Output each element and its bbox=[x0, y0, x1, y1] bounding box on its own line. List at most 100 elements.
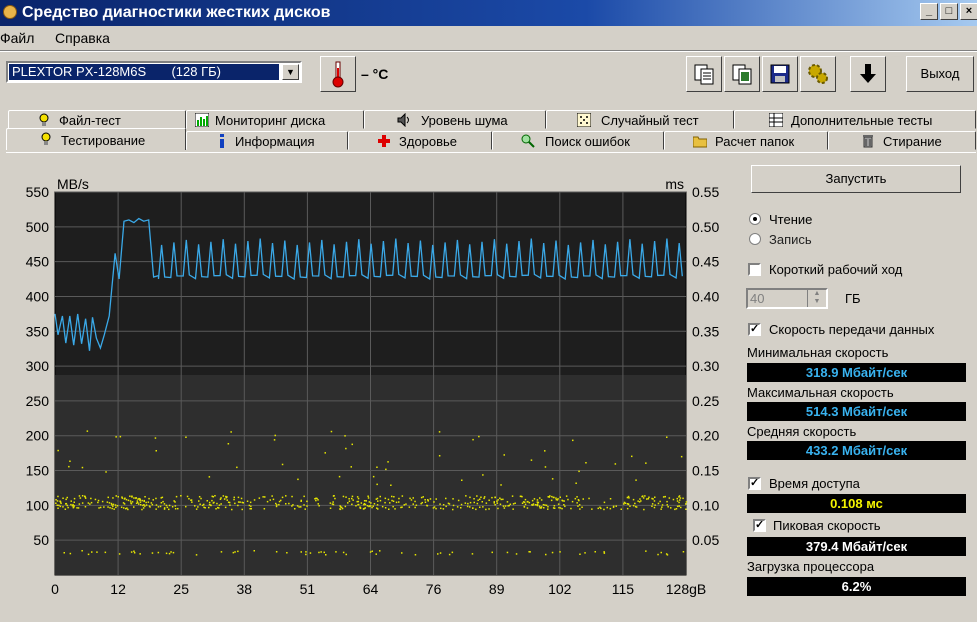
access-time-point bbox=[211, 499, 213, 502]
write-radio[interactable] bbox=[749, 233, 761, 245]
burst-rate-checkbox[interactable]: ✓ bbox=[753, 519, 766, 532]
access-time-point bbox=[666, 436, 668, 438]
access-time-point bbox=[329, 507, 332, 509]
access-time-point bbox=[199, 503, 201, 505]
tab-error-scan[interactable]: Поиск ошибок bbox=[492, 131, 664, 150]
access-time-point bbox=[389, 502, 391, 504]
read-radio[interactable] bbox=[749, 213, 761, 225]
access-time-point bbox=[90, 501, 93, 504]
access-time-point bbox=[160, 502, 163, 504]
access-time-point bbox=[494, 504, 496, 506]
access-time-point bbox=[96, 551, 98, 553]
access-time-point bbox=[603, 501, 606, 504]
exit-button[interactable]: Выход bbox=[906, 56, 974, 92]
temperature-button[interactable] bbox=[320, 56, 356, 92]
access-time-point bbox=[329, 502, 332, 504]
access-time-point bbox=[363, 503, 366, 505]
access-time-point bbox=[335, 551, 337, 553]
min-speed-label: Минимальная скорость bbox=[747, 345, 889, 360]
drive-select[interactable]: PLEXTOR PX-128M6S (128 ГБ) ▼ bbox=[6, 61, 302, 83]
access-time-point bbox=[528, 501, 531, 504]
access-time-point bbox=[578, 470, 580, 473]
tab-folder-usage[interactable]: Расчет папок bbox=[664, 131, 828, 150]
close-button[interactable]: × bbox=[960, 3, 977, 20]
minimize-button[interactable]: _ bbox=[920, 3, 938, 20]
access-time-point bbox=[171, 506, 174, 508]
access-time-point bbox=[448, 553, 451, 556]
access-time-point bbox=[421, 501, 423, 504]
access-time-point bbox=[585, 462, 587, 464]
short-stroke-checkbox[interactable] bbox=[748, 263, 761, 276]
access-time-point bbox=[682, 497, 684, 500]
tab-file-test[interactable]: Файл-тест bbox=[8, 110, 186, 129]
spin-updown-icon[interactable]: ▲ ▼ bbox=[807, 290, 826, 307]
tab-benchmark[interactable]: Тестирование bbox=[6, 128, 186, 150]
tab-extra-tests[interactable]: Дополнительные тесты bbox=[734, 110, 976, 129]
copy-button[interactable] bbox=[686, 56, 722, 92]
access-time-point bbox=[233, 496, 235, 499]
access-time-point bbox=[514, 502, 516, 504]
tab-info[interactable]: Информация bbox=[186, 131, 348, 150]
copy-screenshot-button[interactable] bbox=[724, 56, 760, 92]
menu-help[interactable]: Справка bbox=[55, 30, 110, 46]
access-time-point bbox=[653, 500, 656, 502]
access-time-point bbox=[542, 504, 545, 506]
transfer-rate-checkbox[interactable]: ✓ bbox=[748, 323, 761, 336]
access-time-point bbox=[657, 502, 660, 505]
access-time-point bbox=[166, 506, 169, 509]
access-time-point bbox=[615, 505, 617, 507]
access-time-point bbox=[318, 551, 320, 554]
access-time-point bbox=[87, 502, 90, 504]
access-time-point bbox=[365, 500, 367, 502]
save-button[interactable] bbox=[762, 56, 798, 92]
access-time-point bbox=[502, 505, 505, 507]
options-button[interactable] bbox=[800, 56, 836, 92]
access-time-point bbox=[379, 499, 382, 502]
access-time-point bbox=[445, 497, 447, 500]
access-time-point bbox=[395, 501, 398, 504]
access-time-point bbox=[442, 508, 445, 510]
start-button[interactable]: Запустить bbox=[751, 165, 961, 193]
maximize-button[interactable]: □ bbox=[940, 3, 958, 20]
access-time-point bbox=[494, 496, 496, 499]
menu-bar: Файл Справка bbox=[0, 27, 977, 49]
tab-random-test[interactable]: Случайный тест bbox=[546, 110, 734, 129]
access-time-point bbox=[653, 506, 656, 509]
access-time-point bbox=[356, 496, 359, 498]
access-time-point bbox=[666, 504, 668, 506]
menu-file[interactable]: Файл bbox=[0, 30, 34, 46]
access-time-point bbox=[483, 497, 485, 500]
tab-health[interactable]: Здоровье bbox=[348, 131, 492, 150]
access-time-point bbox=[84, 506, 87, 508]
access-time-point bbox=[648, 496, 650, 498]
access-time-point bbox=[351, 495, 354, 498]
access-time-point bbox=[643, 508, 645, 511]
tab-disk-monitoring[interactable]: Мониторинг диска bbox=[186, 110, 364, 129]
tab-erase[interactable]: Стирание bbox=[828, 131, 976, 150]
tab-noise-level[interactable]: Уровень шума bbox=[364, 110, 546, 129]
access-time-point bbox=[685, 503, 687, 505]
access-time-point bbox=[627, 503, 630, 506]
access-time-point bbox=[298, 506, 300, 508]
access-time-point bbox=[488, 508, 490, 510]
access-time-checkbox[interactable]: ✓ bbox=[748, 477, 761, 490]
access-time-point bbox=[515, 553, 518, 555]
y-tick-label: 150 bbox=[26, 463, 50, 479]
short-stroke-input[interactable]: 40 ▲ ▼ bbox=[746, 288, 828, 309]
access-time-point bbox=[250, 505, 252, 508]
access-time-point bbox=[351, 443, 353, 446]
access-time-point bbox=[155, 504, 158, 506]
burst-rate-value: 379.4 Мбайт/сек bbox=[747, 537, 966, 556]
access-time-point bbox=[574, 497, 577, 500]
access-time-point bbox=[269, 499, 271, 501]
access-time-point bbox=[578, 504, 581, 506]
access-time-point bbox=[447, 502, 450, 505]
download-button[interactable] bbox=[850, 56, 886, 92]
access-time-point bbox=[398, 501, 400, 503]
access-time-point bbox=[191, 501, 193, 503]
access-time-point bbox=[578, 499, 580, 502]
access-time-point bbox=[198, 496, 201, 498]
chevron-down-icon[interactable]: ▼ bbox=[282, 64, 299, 80]
access-time-point bbox=[556, 499, 559, 501]
access-time-point bbox=[550, 499, 553, 502]
